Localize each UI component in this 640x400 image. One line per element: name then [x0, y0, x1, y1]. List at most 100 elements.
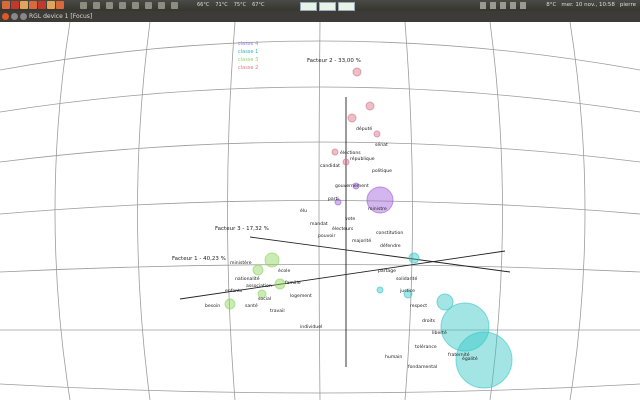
tray-icon-3[interactable]: [500, 2, 506, 9]
word-label-18: association: [246, 283, 272, 289]
disk-icon[interactable]: [171, 2, 178, 9]
point-c3-10: [252, 264, 264, 276]
mail-icon[interactable]: [520, 2, 526, 9]
close-button[interactable]: [2, 13, 9, 20]
system-meters: [300, 2, 355, 11]
point-c2-4: [331, 148, 339, 156]
window-titlebar[interactable]: RGL device 1 [Focus]: [0, 11, 640, 22]
bounding-grid: [0, 22, 640, 400]
axis-factor-3: [249, 236, 511, 273]
word-label-7: sénat: [375, 141, 388, 148]
point-c1-17: [408, 252, 420, 264]
word-label-37: individuel: [300, 324, 322, 330]
point-c1-19: [376, 286, 384, 294]
point-c2-1: [365, 101, 375, 111]
word-label-3: candidat: [320, 163, 340, 169]
word-label-34: justice: [399, 288, 415, 294]
cpu-icon[interactable]: [145, 2, 152, 9]
word-label-0: élections: [340, 149, 361, 156]
rgl-3d-plot[interactable]: Facteur 2 - 33,00 % Facteur 1 - 40,23 % …: [0, 22, 640, 400]
word-label-13: mandat: [310, 221, 328, 227]
launcher-icon-4[interactable]: [56, 1, 64, 9]
legend: classe 4 classe 1 classe 3 classe 2: [238, 41, 258, 71]
net-meter[interactable]: [338, 2, 355, 11]
ram-meter[interactable]: [319, 2, 336, 11]
terminal-icon[interactable]: [80, 2, 87, 9]
files-icon[interactable]: [106, 2, 113, 9]
word-label-17: ministère: [230, 259, 252, 266]
word-label-2: république: [350, 155, 375, 162]
word-label-14: majorité: [352, 237, 371, 244]
word-label-4: gouvernement: [335, 183, 369, 189]
editor-icon[interactable]: [93, 2, 100, 9]
memory-icon[interactable]: [158, 2, 165, 9]
launcher-group: [2, 1, 64, 10]
word-label-36: fondamental: [408, 364, 437, 370]
word-label-15: pouvoir: [318, 233, 335, 239]
point-c2-2: [347, 113, 357, 123]
user-menu[interactable]: pierre: [620, 0, 636, 11]
cpu-meter[interactable]: [300, 2, 317, 11]
temp-1: 66°C: [197, 2, 210, 8]
monitor-icon[interactable]: [132, 2, 139, 9]
word-label-32: partage: [378, 268, 396, 274]
applications-icon[interactable]: [11, 1, 19, 9]
word-label-19: école: [278, 267, 290, 274]
word-label-39: humain: [385, 354, 402, 360]
axis-label-factor-2: Facteur 2 - 33,00 %: [307, 58, 361, 64]
word-label-8: ministre: [368, 206, 387, 212]
panel-right: 8°C mer. 10 nov., 10:58 pierre: [546, 0, 636, 11]
word-label-35: solidarité: [396, 275, 417, 282]
word-label-6: député: [356, 125, 372, 132]
temp-4: 67°C: [252, 2, 265, 8]
word-label-16: défendre: [380, 242, 401, 249]
legend-label-2: classe 1: [238, 49, 258, 55]
system-tray: [480, 2, 526, 9]
word-label-38: nationalité: [235, 275, 260, 282]
ubuntu-logo-icon[interactable]: [2, 1, 10, 9]
point-c2-3: [373, 130, 381, 138]
word-label-22: famille: [285, 280, 301, 286]
word-label-11: électeurs: [332, 225, 354, 232]
word-label-21: enfants: [225, 288, 243, 294]
tray-icon-1[interactable]: [480, 2, 486, 9]
word-label-30: droits: [422, 318, 436, 324]
window-title: RGL device 1 [Focus]: [29, 13, 93, 20]
clock[interactable]: mer. 10 nov., 10:58: [561, 0, 615, 11]
volume-icon[interactable]: [510, 2, 516, 9]
tray-icon-2[interactable]: [490, 2, 496, 9]
word-label-31: tolérance: [415, 343, 437, 350]
top-panel: 66°C 71°C 75°C 67°C 8°C mer. 10 nov., 10…: [0, 0, 640, 11]
axis-label-factor-3: Facteur 3 - 17,32 %: [215, 226, 269, 232]
launcher-icon-3[interactable]: [47, 1, 55, 9]
weather-temp[interactable]: 8°C: [546, 0, 556, 11]
word-label-9: constitution: [376, 230, 403, 236]
word-label-20: social: [258, 296, 271, 302]
word-label-10: vote: [345, 216, 355, 222]
word-label-27: liberté: [432, 329, 447, 336]
temperature-readouts: 66°C 71°C 75°C 67°C: [197, 0, 264, 11]
legend-label-3: classe 3: [238, 57, 258, 63]
minimize-button[interactable]: [11, 13, 18, 20]
launcher-icon-1[interactable]: [29, 1, 37, 9]
window-controls: [2, 13, 27, 20]
maximize-button[interactable]: [20, 13, 27, 20]
temp-2: 71°C: [215, 2, 228, 8]
word-label-25: logement: [290, 293, 312, 299]
word-label-1: politique: [372, 168, 392, 174]
point-c2-5: [342, 158, 350, 166]
word-label-24: santé: [245, 302, 258, 309]
legend-label-1: classe 4: [238, 41, 258, 47]
point-c3-12: [224, 298, 236, 310]
places-icon[interactable]: [20, 1, 28, 9]
launcher-icon-2[interactable]: [38, 1, 46, 9]
panel-applets: [80, 2, 178, 9]
point-c3-11: [274, 278, 286, 290]
legend-label-4: classe 2: [238, 65, 258, 71]
point-c3-9: [264, 252, 280, 268]
network-icon[interactable]: [119, 2, 126, 9]
word-label-33: respect: [410, 303, 427, 309]
temp-3: 75°C: [233, 2, 247, 8]
word-label-12: élu: [300, 207, 307, 214]
word-label-26: besoin: [205, 303, 220, 309]
